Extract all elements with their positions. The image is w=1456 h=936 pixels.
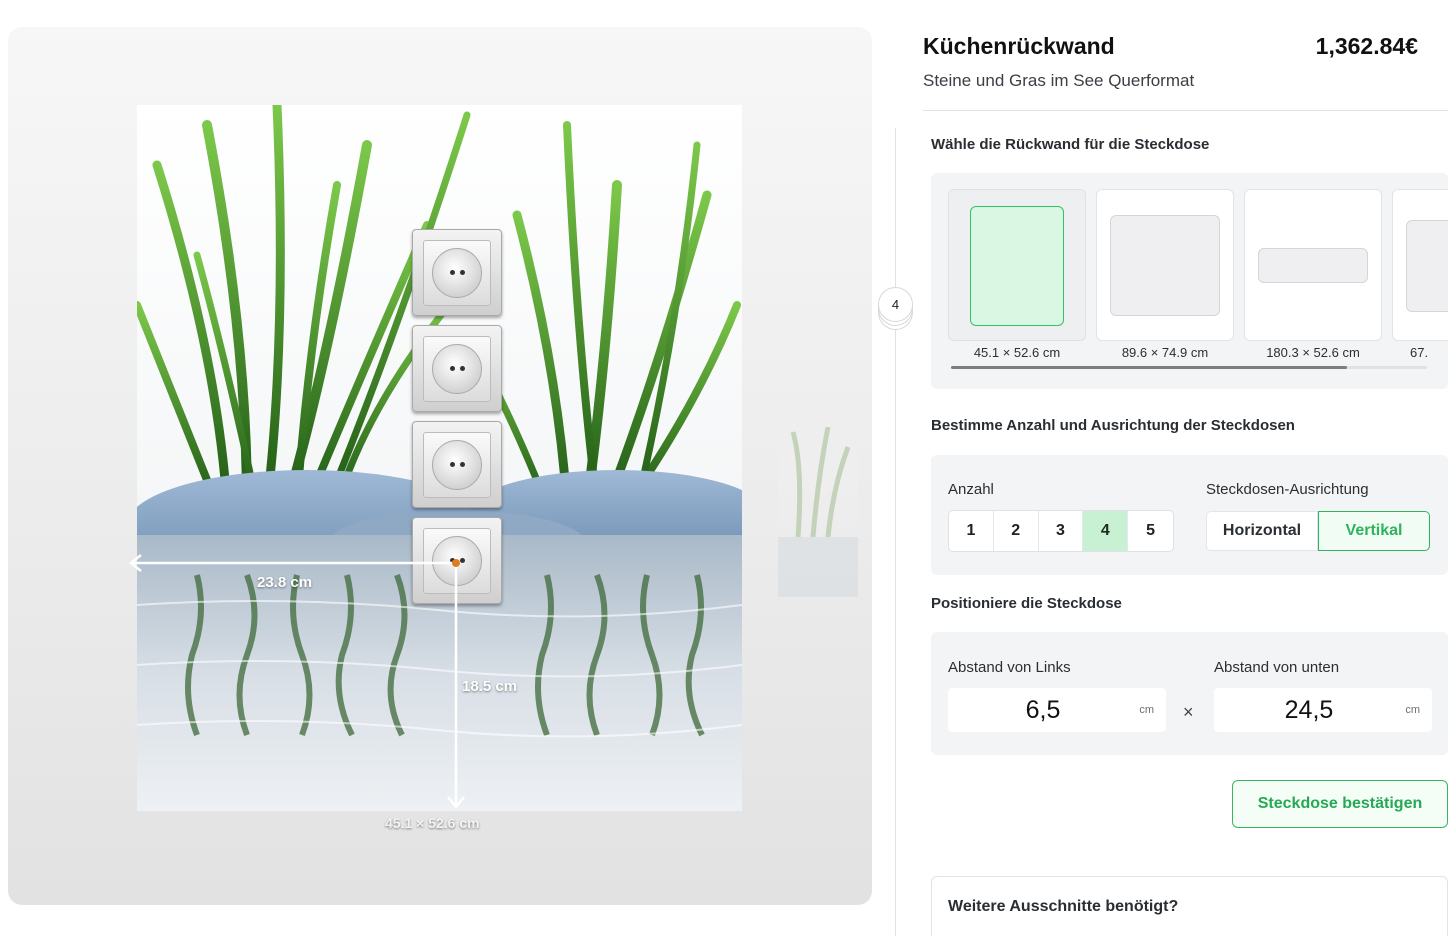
- orientation-vertical[interactable]: Vertikal: [1318, 511, 1430, 551]
- count-orientation-title: Bestimme Anzahl und Ausrichtung der Stec…: [931, 417, 1295, 434]
- more-cutouts-section[interactable]: Weitere Ausschnitte benötigt?: [931, 876, 1448, 936]
- left-distance-input[interactable]: 6,5 cm: [948, 688, 1166, 732]
- socket-stack[interactable]: [412, 229, 502, 613]
- socket-frame: [423, 335, 491, 402]
- socket-pin: [449, 558, 455, 563]
- count-option-4[interactable]: 4: [1083, 511, 1129, 551]
- panel-option-3-label: 180.3 × 52.6 cm: [1266, 345, 1360, 360]
- left-distance-label: Abstand von Links: [948, 659, 1071, 676]
- carousel-scroll-thumb[interactable]: [951, 366, 1347, 369]
- orientation-label: Steckdosen-Ausrichtung: [1206, 481, 1369, 498]
- orientation-horizontal[interactable]: Horizontal: [1206, 511, 1318, 551]
- divider: [923, 110, 1448, 111]
- socket-frame: [423, 527, 491, 594]
- step-timeline: [895, 128, 896, 936]
- times-separator: ×: [1183, 702, 1194, 722]
- dimension-left-label: 23.8 cm: [257, 574, 313, 591]
- count-option-3[interactable]: 3: [1039, 511, 1084, 551]
- left-distance-unit: cm: [1139, 704, 1154, 716]
- panel-option-1[interactable]: [948, 189, 1086, 341]
- socket-pin: [459, 366, 465, 371]
- position-box: Abstand von Links 6,5 cm × Abstand von u…: [931, 632, 1448, 755]
- count-option-1[interactable]: 1: [949, 511, 994, 551]
- product-subtitle: Steine und Gras im See Querformat: [923, 71, 1195, 90]
- panel-choice-carousel[interactable]: 45.1 × 52.6 cm 89.6 × 74.9 cm 180.3 × 52…: [931, 173, 1448, 389]
- panel-shape-square: [1110, 215, 1220, 316]
- position-title: Positioniere die Steckdose: [931, 595, 1122, 612]
- bottom-distance-unit: cm: [1405, 704, 1420, 716]
- socket-1[interactable]: [412, 229, 502, 316]
- socket-4[interactable]: [412, 517, 502, 604]
- confirm-socket-button[interactable]: Steckdose bestätigen: [1232, 780, 1448, 828]
- panel-shape-portrait: [970, 206, 1064, 326]
- carousel-scrollbar[interactable]: [951, 366, 1427, 369]
- panel-option-4-label: 67.: [1410, 345, 1429, 360]
- more-cutouts-title: Weitere Ausschnitte benötigt?: [948, 898, 1179, 915]
- socket-frame: [423, 431, 491, 498]
- left-distance-value[interactable]: 6,5: [948, 696, 1138, 725]
- socket-icon: [432, 247, 482, 298]
- socket-icon: [432, 343, 482, 394]
- count-selector[interactable]: 1 2 3 4 5: [948, 510, 1174, 552]
- socket-2[interactable]: [412, 325, 502, 412]
- socket-pin: [459, 558, 465, 563]
- preview-canvas: 23.8 cm 18.5 cm 45.1 × 52.6 cm: [8, 27, 872, 905]
- socket-icon: [432, 535, 482, 586]
- panel-shape-partial: [1406, 220, 1448, 312]
- orientation-selector[interactable]: Horizontal Vertikal: [1206, 511, 1430, 551]
- panel-option-4[interactable]: [1392, 189, 1448, 341]
- ghost-panel-preview: [778, 427, 858, 597]
- socket-pin: [459, 462, 465, 467]
- count-label: Anzahl: [948, 481, 994, 498]
- count-option-5[interactable]: 5: [1128, 511, 1173, 551]
- socket-pin: [459, 270, 465, 275]
- socket-icon: [432, 439, 482, 490]
- panel-option-2-label: 89.6 × 74.9 cm: [1121, 345, 1209, 360]
- count-orientation-box: Anzahl 1 2 3 4 5 Steckdosen-Ausrichtung …: [931, 455, 1448, 575]
- socket-3[interactable]: [412, 421, 502, 508]
- panel-option-3[interactable]: [1244, 189, 1382, 341]
- panel-option-2[interactable]: [1096, 189, 1234, 341]
- product-title: Küchenrückwand: [923, 33, 1115, 59]
- product-price: 1,362.84€: [1315, 33, 1418, 59]
- socket-pin: [449, 366, 455, 371]
- panel-choice-title: Wähle die Rückwand für die Steckdose: [931, 136, 1210, 153]
- count-option-2[interactable]: 2: [994, 511, 1039, 551]
- socket-pin: [449, 270, 455, 275]
- bottom-distance-input[interactable]: 24,5 cm: [1214, 688, 1432, 732]
- socket-frame: [423, 239, 491, 306]
- panel-shape-wide: [1258, 248, 1368, 283]
- bottom-distance-value[interactable]: 24,5: [1214, 696, 1404, 725]
- panel-size-label: 45.1 × 52.6 cm: [385, 815, 480, 831]
- bottom-distance-label: Abstand von unten: [1214, 659, 1340, 676]
- socket-pin: [449, 462, 455, 467]
- panel-option-1-label: 45.1 × 52.6 cm: [973, 345, 1061, 360]
- dimension-bottom-label: 18.5 cm: [462, 678, 518, 695]
- step-badge: 4: [878, 287, 913, 322]
